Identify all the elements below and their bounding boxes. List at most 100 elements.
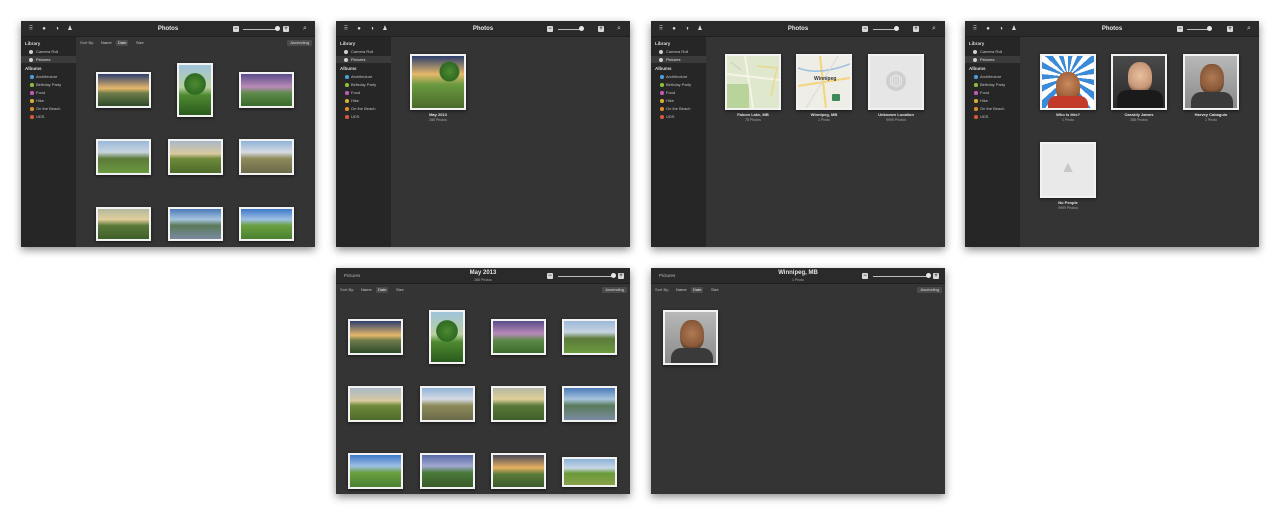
place-tile-winnipeg[interactable]: Winnipeg [796,54,852,110]
sidebar-album-hike[interactable]: Hike [336,97,391,104]
photo-thumbnail[interactable] [168,139,223,175]
sidebar-album-on-the-beach[interactable]: On the Beach [651,105,706,112]
sidebar-item-pictures[interactable]: Pictures [651,56,706,63]
zoom-slider-knob[interactable] [1207,26,1212,31]
sidebar-album-birthday-party[interactable]: Birthday Party [336,81,391,88]
zoom-in-button[interactable]: + [933,273,939,279]
photo-thumbnail[interactable] [96,139,151,175]
person-tile-unknown[interactable] [1040,54,1096,110]
photo-thumbnail[interactable] [420,386,475,422]
sidebar-album-birthday-party[interactable]: Birthday Party [651,81,706,88]
people-view-icon[interactable]: ♟ [381,25,389,33]
person-tile-harvey-cabaguio[interactable] [1183,54,1239,110]
sidebar-item-camera-roll[interactable]: Camera Roll [965,48,1020,55]
sidebar-item-pictures[interactable]: Pictures [21,56,76,63]
zoom-out-button[interactable]: − [547,273,553,279]
photo-thumbnail[interactable] [348,386,403,422]
sidebar-item-camera-roll[interactable]: Camera Roll [651,48,706,55]
photo-thumbnail[interactable] [348,453,403,489]
event-tile-may-2013[interactable] [410,54,466,110]
zoom-in-button[interactable]: + [618,273,624,279]
sort-size-button[interactable]: Size [134,40,146,46]
zoom-slider[interactable] [1187,28,1209,30]
search-icon[interactable]: ⌕ [1245,25,1253,33]
zoom-slider-knob[interactable] [579,26,584,31]
places-view-icon[interactable]: ◑ [53,25,61,33]
grid-view-icon[interactable]: ⠿ [657,25,665,33]
photo-thumbnail[interactable] [491,453,546,489]
sort-date-button[interactable]: Date [691,287,704,293]
sidebar-album-uds[interactable]: UDS [336,113,391,120]
sidebar-album-hike[interactable]: Hike [651,97,706,104]
places-view-icon[interactable]: ◑ [368,25,376,33]
people-view-icon[interactable]: ♟ [66,25,74,33]
sidebar-album-food[interactable]: Food [336,89,391,96]
place-tile-falcon-lake[interactable] [725,54,781,110]
zoom-out-button[interactable]: − [547,26,553,32]
events-view-icon[interactable]: ● [355,25,363,33]
photo-thumbnail[interactable] [96,207,151,241]
photo-thumbnail[interactable] [429,310,465,364]
search-icon[interactable]: ⌕ [301,25,309,33]
sidebar-album-architecture[interactable]: Architecture [336,73,391,80]
photo-thumbnail[interactable] [562,457,617,487]
photo-thumbnail[interactable] [663,310,718,365]
grid-view-icon[interactable]: ⠿ [342,25,350,33]
photo-thumbnail[interactable] [239,72,294,108]
sidebar-album-architecture[interactable]: Architecture [965,73,1020,80]
sidebar-album-birthday-party[interactable]: Birthday Party [965,81,1020,88]
zoom-slider[interactable] [873,275,929,277]
photo-thumbnail[interactable] [491,319,546,355]
sidebar-item-pictures[interactable]: Pictures [336,56,391,63]
zoom-out-button[interactable]: − [862,273,868,279]
back-button[interactable]: Pictures [344,273,360,278]
zoom-slider-knob[interactable] [926,273,931,278]
places-view-icon[interactable]: ◑ [997,25,1005,33]
sidebar-album-hike[interactable]: Hike [965,97,1020,104]
sidebar-album-birthday-party[interactable]: Birthday Party [21,81,76,88]
sort-date-button[interactable]: Date [116,40,129,46]
zoom-in-button[interactable]: + [598,26,604,32]
sort-name-button[interactable]: Name [359,287,374,293]
zoom-slider[interactable] [243,28,278,30]
events-view-icon[interactable]: ● [40,25,48,33]
zoom-slider-knob[interactable] [275,26,280,31]
sidebar-album-on-the-beach[interactable]: On the Beach [965,105,1020,112]
photo-thumbnail[interactable] [239,207,294,241]
sidebar-album-hike[interactable]: Hike [21,97,76,104]
zoom-out-button[interactable]: − [233,26,239,32]
zoom-slider-knob[interactable] [894,26,899,31]
sidebar-album-food[interactable]: Food [651,89,706,96]
person-tile-cassidy-james[interactable] [1111,54,1167,110]
search-icon[interactable]: ⌕ [615,25,623,33]
sort-size-button[interactable]: Size [709,287,721,293]
photo-thumbnail[interactable] [177,63,213,117]
zoom-out-button[interactable]: − [1177,26,1183,32]
sort-date-button[interactable]: Date [376,287,389,293]
sidebar-album-food[interactable]: Food [21,89,76,96]
sort-name-button[interactable]: Name [674,287,689,293]
sidebar-album-on-the-beach[interactable]: On the Beach [21,105,76,112]
sidebar-item-pictures[interactable]: Pictures [965,56,1020,63]
zoom-slider-knob[interactable] [611,273,616,278]
places-view-icon[interactable]: ◑ [683,25,691,33]
photo-thumbnail[interactable] [168,207,223,241]
zoom-out-button[interactable]: − [862,26,868,32]
zoom-in-button[interactable]: + [913,26,919,32]
sidebar-item-camera-roll[interactable]: Camera Roll [21,48,76,55]
search-icon[interactable]: ⌕ [930,25,938,33]
sidebar-album-uds[interactable]: UDS [651,113,706,120]
photo-thumbnail[interactable] [96,72,151,108]
sidebar-album-uds[interactable]: UDS [21,113,76,120]
sort-size-button[interactable]: Size [394,287,406,293]
sidebar-album-architecture[interactable]: Architecture [651,73,706,80]
photo-thumbnail[interactable] [348,319,403,355]
sort-order-button[interactable]: Ascending [287,40,312,46]
sort-name-button[interactable]: Name [99,40,114,46]
sidebar-album-uds[interactable]: UDS [965,113,1020,120]
grid-view-icon[interactable]: ⠿ [971,25,979,33]
sidebar-item-camera-roll[interactable]: Camera Roll [336,48,391,55]
photo-thumbnail[interactable] [420,453,475,489]
sidebar-album-architecture[interactable]: Architecture [21,73,76,80]
events-view-icon[interactable]: ● [984,25,992,33]
